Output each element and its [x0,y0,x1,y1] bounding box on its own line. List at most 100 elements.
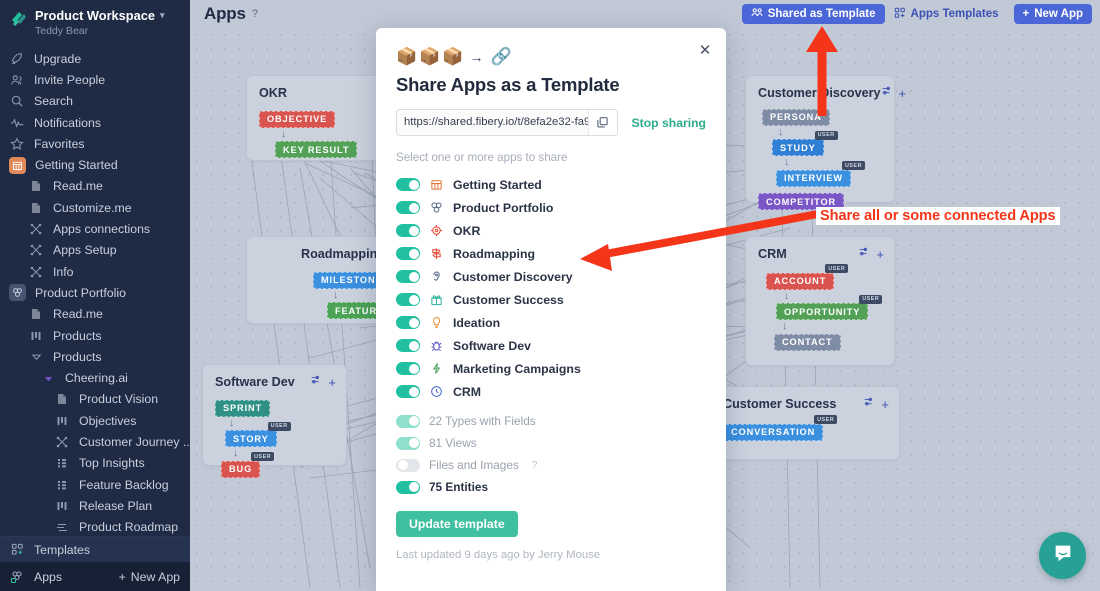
sidebar-item-search[interactable]: Search [0,91,190,112]
workspace-header[interactable]: Product Workspace ▾ Teddy Bear [0,0,190,46]
app-row-product-portfolio[interactable]: Product Portfolio [396,196,706,219]
sidebar-item-product-vision[interactable]: Product Vision [0,389,190,410]
app-row-okr[interactable]: OKR [396,219,706,242]
caret-down-icon[interactable] [28,349,44,365]
sidebar-item-product-roadmap[interactable]: Product Roadmap [0,517,190,536]
chip-wrap[interactable]: ACCOUNT USER [766,271,834,290]
card-actions[interactable]: + [863,395,889,413]
sliders-icon[interactable] [863,395,875,413]
app-toggle[interactable] [396,339,420,352]
app-toggle[interactable] [396,293,420,306]
new-app-button-topbar[interactable]: + New App [1014,4,1093,24]
sidebar-item-objectives[interactable]: Objectives [0,410,190,431]
app-row-getting-started[interactable]: Getting Started [396,173,706,196]
stat-row-types[interactable]: 22 Types with Fields [396,410,706,432]
stop-sharing-link[interactable]: Stop sharing [632,116,706,130]
share-url-box[interactable]: https://shared.fibery.io/t/8efa2e32-fa9b… [396,109,618,136]
app-toggle[interactable] [396,362,420,375]
app-toggle[interactable] [396,247,420,260]
sidebar-item-portfolio-read-me[interactable]: Read.me [0,304,190,325]
sidebar-item-feature-backlog[interactable]: Feature Backlog [0,474,190,495]
app-toggle[interactable] [396,201,420,214]
sidebar-item-templates[interactable]: Templates [0,537,190,562]
app-row-software-dev[interactable]: Software Dev [396,334,706,357]
shared-as-template-button[interactable]: Shared as Template [742,4,885,24]
chip-wrap[interactable]: OBJECTIVE [259,109,335,128]
sidebar-item-product-portfolio[interactable]: Product Portfolio [0,282,190,303]
app-row-crm[interactable]: CRM [396,380,706,403]
card-actions[interactable]: + [310,373,336,391]
stat-row-views[interactable]: 81 Views [396,432,706,454]
sidebar-item-customer-journey[interactable]: Customer Journey ... [0,431,190,452]
close-icon[interactable]: ✕ [695,40,715,60]
app-toggle[interactable] [396,270,420,283]
chevron-down-icon[interactable]: ▾ [160,8,165,23]
chip-wrap[interactable]: BUG USER [221,459,260,478]
app-toggle[interactable] [396,316,420,329]
app-row-marketing-campaigns[interactable]: Marketing Campaigns [396,357,706,380]
sidebar-item-cheering-ai[interactable]: Cheering.ai [0,367,190,388]
app-toggle[interactable] [396,224,420,237]
apps-templates-button[interactable]: Apps Templates [885,4,1008,24]
sliders-icon[interactable] [858,245,870,263]
chip-wrap[interactable]: PERSONA [762,107,830,126]
plus-icon[interactable]: + [899,86,907,101]
sidebar-item-apps-connections[interactable]: Apps connections [0,218,190,239]
sidebar-item-invite-people[interactable]: Invite People [0,69,190,90]
app-row-customer-success[interactable]: Customer Success [396,288,706,311]
sidebar-item-favorites[interactable]: Favorites [0,133,190,154]
sidebar-item-read-me[interactable]: Read.me [0,176,190,197]
app-toggle[interactable] [396,178,420,191]
share-template-modal[interactable]: ✕ 📦 📦 📦 → 🔗 Share Apps as a Template htt… [376,28,726,591]
sidebar-item-customize-me[interactable]: Customize.me [0,197,190,218]
chip-wrap[interactable]: SPRINT [215,398,270,417]
share-url-input[interactable]: https://shared.fibery.io/t/8efa2e32-fa9b… [397,110,588,135]
help-icon[interactable]: ? [252,8,258,20]
app-row-roadmapping[interactable]: Roadmapping [396,242,706,265]
chip-wrap[interactable]: COMPETITOR [758,192,844,211]
card-actions[interactable]: + [881,84,907,102]
app-toggle[interactable] [396,385,420,398]
sidebar-item-info[interactable]: Info [0,261,190,282]
stat-row-entities[interactable]: 75 Entities [396,476,706,498]
board-card-customer-discovery[interactable]: Customer Discovery + PERSONA ↓ STUDY [745,75,895,203]
sidebar-item-top-insights[interactable]: Top Insights [0,453,190,474]
sidebar-item-notifications[interactable]: Notifications [0,112,190,133]
caret-down-purple-icon[interactable] [40,370,56,386]
chip-wrap[interactable]: KEY RESULT [275,140,357,159]
chip-wrap[interactable]: STUDY USER [772,138,824,157]
intercom-chat-button[interactable] [1039,532,1086,579]
sidebar-item-getting-started[interactable]: Getting Started [0,154,190,175]
board-card-software-dev[interactable]: Software Dev + SPRINT ↓ STORY [202,364,347,466]
sidebar-item-apps-setup[interactable]: Apps Setup [0,240,190,261]
sliders-icon[interactable] [310,373,322,391]
update-template-button[interactable]: Update template [396,511,518,537]
copy-icon[interactable] [588,110,617,135]
app-row-customer-discovery[interactable]: Customer Discovery [396,265,706,288]
files-toggle[interactable] [396,459,420,472]
views-toggle[interactable] [396,437,420,450]
chip-wrap[interactable]: STORY USER [225,429,277,448]
chip-wrap[interactable]: INTERVIEW USER [776,168,851,187]
chip-wrap[interactable]: CONVERSATION USER [723,422,823,441]
app-row-ideation[interactable]: Ideation [396,311,706,334]
sidebar-item-products-board[interactable]: Products [0,325,190,346]
plus-icon[interactable]: + [881,397,889,412]
board-card-crm[interactable]: CRM + ACCOUNT USER ↓ OPPORTUNI [745,236,895,366]
sliders-icon[interactable] [881,84,893,102]
plus-icon[interactable]: + [876,247,884,262]
help-icon[interactable]: ? [532,460,538,471]
sidebar-footer-apps[interactable]: Apps + New App [0,562,190,591]
card-actions[interactable]: + [858,245,884,263]
sidebar-item-upgrade[interactable]: Upgrade [0,48,190,69]
chip-wrap[interactable]: CONTACT [774,332,841,351]
entities-toggle[interactable] [396,481,420,494]
plus-icon[interactable]: + [328,375,336,390]
sidebar-item-products-group[interactable]: Products [0,346,190,367]
board-card-customer-success[interactable]: Customer Success + CONVERSATION USER [710,386,900,460]
sidebar-item-release-plan[interactable]: Release Plan [0,495,190,516]
types-toggle[interactable] [396,415,420,428]
new-app-button[interactable]: + New App [119,570,180,584]
chip-wrap[interactable]: OPPORTUNITY USER [776,302,868,321]
stat-row-files[interactable]: Files and Images ? [396,454,706,476]
